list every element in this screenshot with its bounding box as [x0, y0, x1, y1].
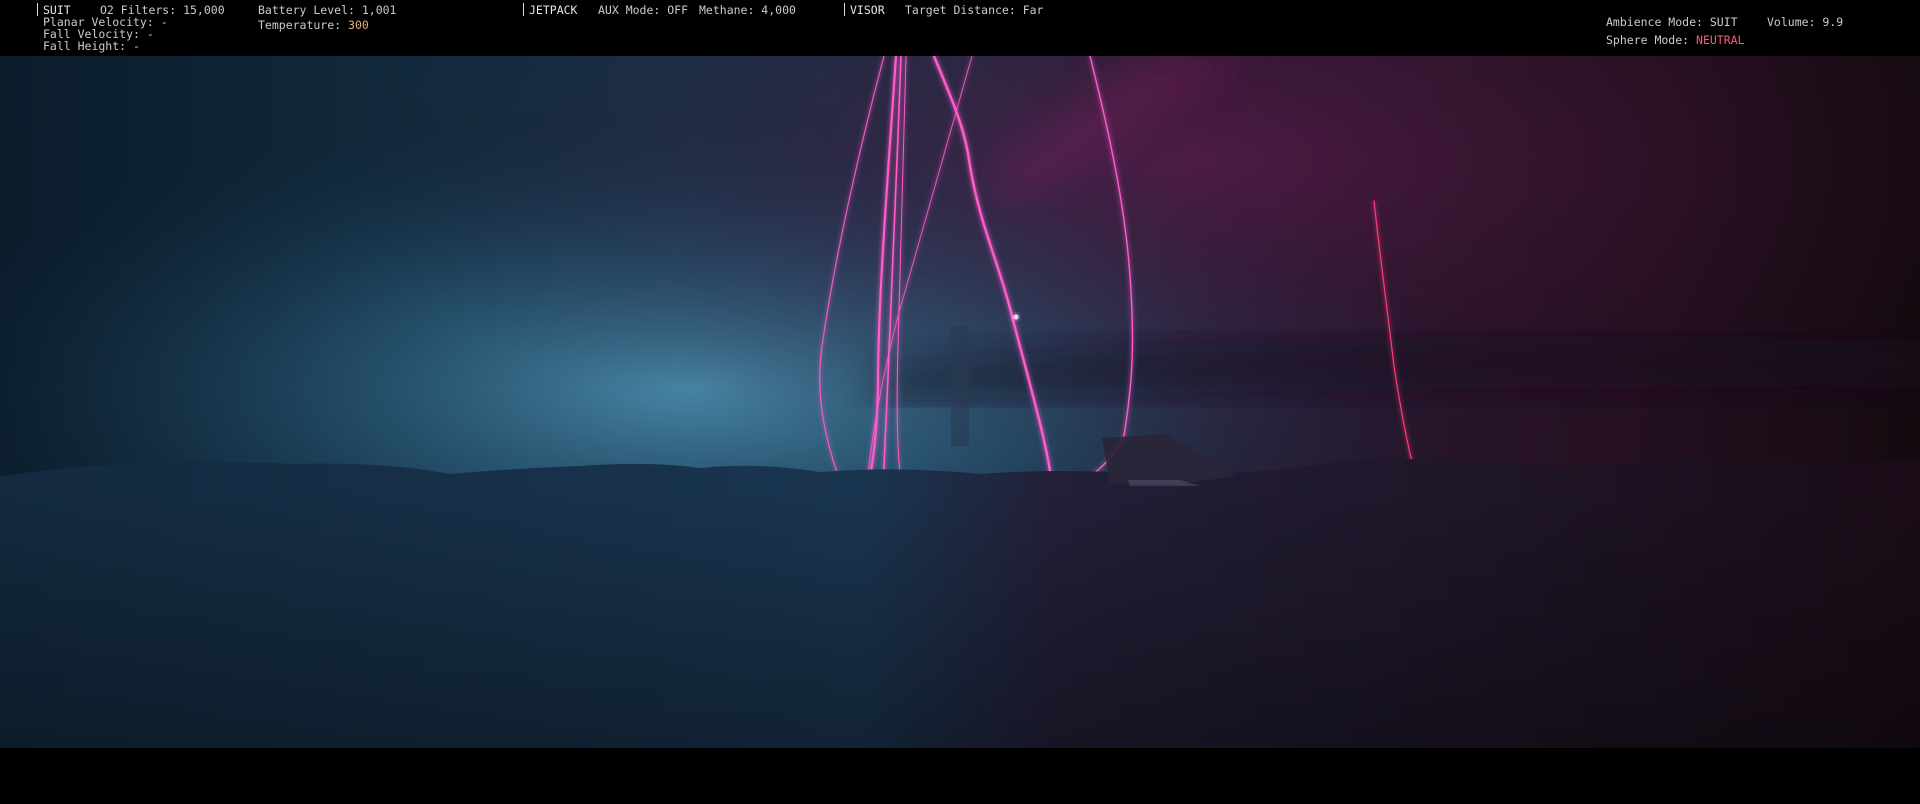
visor-divider [844, 3, 845, 16]
jetpack-label: JETPACK [529, 4, 577, 16]
battery-level-readout: Battery Level: 1,001 [258, 4, 396, 16]
jetpack-divider [523, 3, 524, 16]
sphere-mode-readout: Sphere Mode: NEUTRAL [1606, 34, 1744, 46]
aux-mode-readout: AUX Mode: OFF [598, 4, 688, 16]
target-distance-readout: Target Distance: Far [905, 4, 1043, 16]
game-viewport[interactable] [0, 56, 1920, 748]
distant-pillar [951, 326, 969, 446]
temperature-readout: Temperature: 300 [258, 19, 369, 31]
suit-divider [37, 3, 38, 16]
ambience-mode-readout: Ambience Mode: SUIT [1606, 16, 1738, 28]
hud-bar: SUIT O2 Filters: 15,000 Planar Velocity:… [0, 0, 1920, 56]
battery-level-label: Battery Level: [258, 3, 362, 17]
fall-height-readout: Fall Height: - [43, 40, 140, 52]
temperature-label: Temperature: [258, 18, 348, 32]
volume-readout: Volume: 9.9 [1767, 16, 1843, 28]
sphere-mode-label: Sphere Mode: [1606, 33, 1696, 47]
scene-canvas [0, 56, 1920, 748]
battery-level-value: 1,001 [362, 3, 397, 17]
letterbox-bottom [0, 748, 1920, 804]
sphere-mode-value: NEUTRAL [1696, 33, 1744, 47]
ground-shadow [0, 486, 1920, 748]
temperature-value: 300 [348, 18, 369, 32]
visor-label: VISOR [850, 4, 885, 16]
methane-readout: Methane: 4,000 [699, 4, 796, 16]
spark-point [1014, 315, 1019, 320]
